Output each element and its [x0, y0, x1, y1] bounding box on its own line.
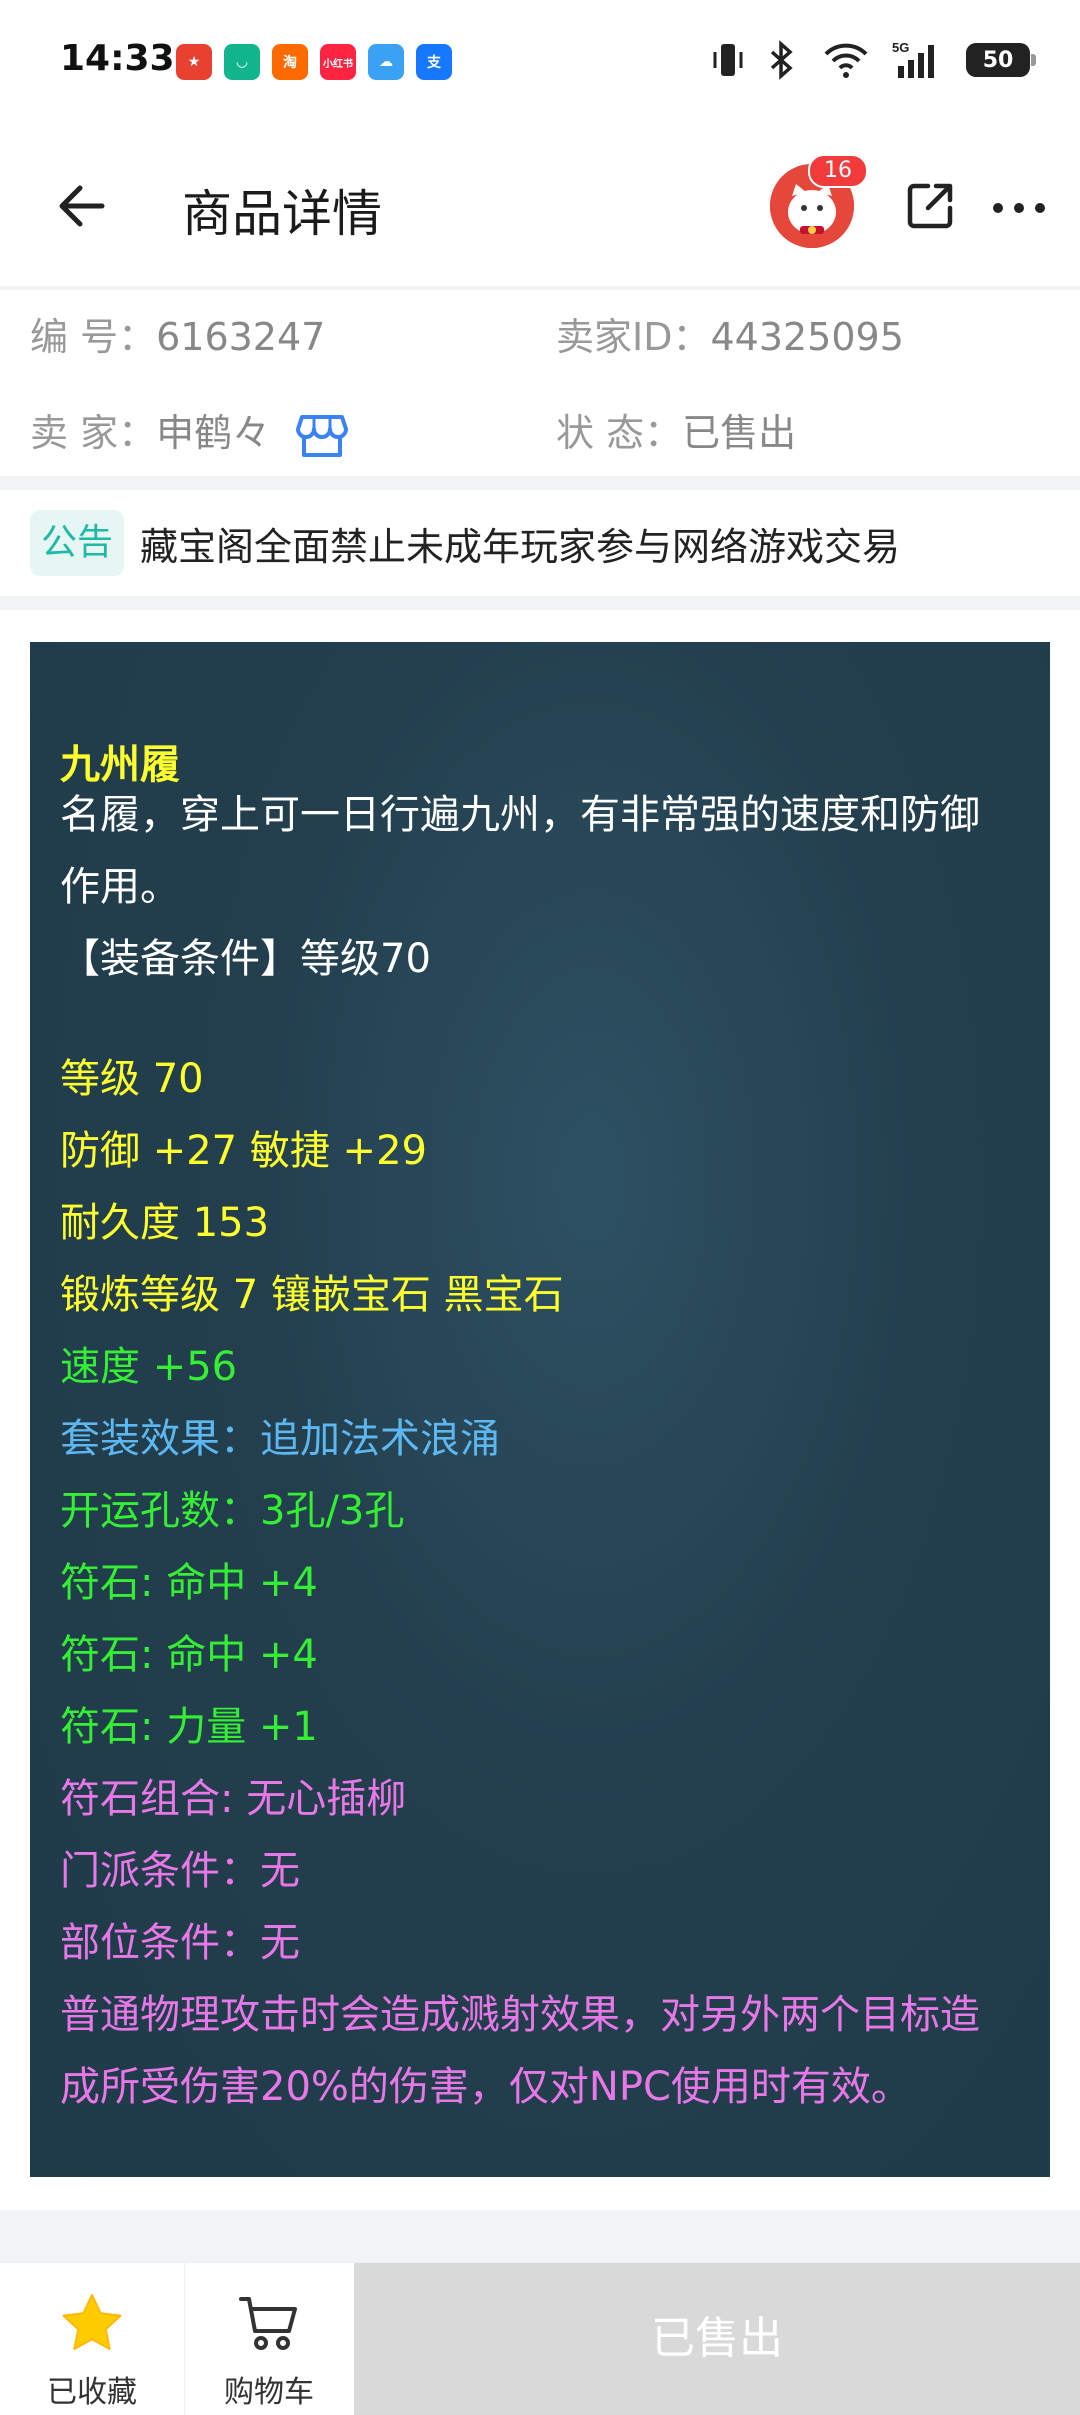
svg-text:5G: 5G — [892, 40, 909, 55]
sold-out-button: 已售出 — [354, 2263, 1080, 2415]
item-forge: 锻炼等级 7 镶嵌宝石 黑宝石 — [60, 1262, 564, 1320]
alipay-icon: 支 — [416, 44, 452, 80]
item-special-line2: 成所受伤害20%的伤害，仅对NPC使用时有效。 — [60, 2054, 911, 2112]
item-speed: 速度 +56 — [60, 1334, 237, 1392]
bottom-action-bar: 已收藏 购物车 已售出 — [0, 2262, 1080, 2415]
seller-name[interactable]: 申鹤々 — [156, 411, 270, 455]
status-app-icons: ★ ◡ 淘 小红书 ☁ 支 — [176, 44, 452, 80]
favorite-button[interactable]: 已收藏 — [0, 2263, 185, 2415]
back-arrow-icon[interactable] — [52, 174, 116, 238]
cart-label: 购物车 — [184, 2367, 354, 2411]
seller-label: 卖 家： — [30, 411, 156, 455]
item-holes: 开运孔数：3孔/3孔 — [60, 1478, 404, 1536]
item-rune-combo: 符石组合: 无心插柳 — [60, 1766, 406, 1824]
star-icon — [60, 2291, 124, 2355]
item-desc-line1: 名履，穿上可一日行遍九州，有非常强的速度和防御 — [60, 782, 980, 840]
product-info: 编 号：6163247 卖家ID：44325095 卖 家：申鹤々 状 态：已售… — [0, 290, 1080, 476]
page-title: 商品详情 — [182, 174, 382, 246]
status-value: 已售出 — [682, 411, 796, 455]
xiaohongshu-icon: 小红书 — [320, 44, 356, 80]
status-row: 状 态：已售出 — [556, 402, 796, 457]
store-icon[interactable] — [296, 411, 348, 461]
bluetooth-icon — [766, 40, 800, 80]
item-tooltip-card: 九州履 名履，穿上可一日行遍九州，有非常强的速度和防御 作用。 【装备条件】等级… — [30, 642, 1050, 2177]
cart-button[interactable]: 购物车 — [184, 2263, 354, 2415]
status-bar: 14:33 ★ ◡ 淘 小红书 ☁ 支 5G 50 — [0, 0, 1080, 128]
notice-text: 藏宝阁全面禁止未成年玩家参与网络游戏交易 — [140, 516, 900, 571]
item-rune-3: 符石: 力量 +1 — [60, 1694, 318, 1752]
notification-badge: 16 — [808, 154, 868, 188]
cart-icon — [237, 2291, 301, 2355]
item-set-effect: 套装效果：追加法术浪涌 — [60, 1406, 500, 1464]
top-app-bar: 商品详情 16 — [0, 128, 1080, 286]
seller-id-label: 卖家ID： — [556, 315, 710, 359]
item-id-value: 6163247 — [156, 315, 325, 359]
weather-icon: ☁ — [368, 44, 404, 80]
wifi-icon — [822, 40, 870, 80]
battery-icon: 50 — [966, 43, 1030, 77]
item-school-requirement: 门派条件：无 — [60, 1838, 300, 1896]
item-special-line1: 普通物理攻击时会造成溅射效果，对另外两个目标造 — [60, 1982, 980, 2040]
item-detail-section: 九州履 名履，穿上可一日行遍九州，有非常强的速度和防御 作用。 【装备条件】等级… — [0, 610, 1080, 2210]
seller-id-row: 卖家ID：44325095 — [556, 306, 904, 361]
mi-icon: ◡ — [224, 44, 260, 80]
app-icon-1: ★ — [176, 44, 212, 80]
seller-id-value: 44325095 — [710, 315, 903, 359]
status-indicators: 5G 50 — [712, 40, 1030, 80]
signal-5g-icon: 5G — [892, 40, 944, 80]
share-icon[interactable] — [902, 178, 958, 234]
item-slot-requirement: 部位条件：无 — [60, 1910, 300, 1968]
favorite-label: 已收藏 — [0, 2367, 184, 2411]
notice-banner[interactable]: 公告 藏宝阁全面禁止未成年玩家参与网络游戏交易 — [0, 490, 1080, 596]
item-id-row: 编 号：6163247 — [30, 306, 325, 361]
notice-tag: 公告 — [30, 510, 124, 576]
more-options-icon[interactable] — [990, 196, 1048, 220]
item-requirement: 【装备条件】等级70 — [60, 926, 431, 984]
status-time: 14:33 — [60, 38, 175, 79]
seller-row: 卖 家：申鹤々 — [30, 402, 348, 461]
vibrate-icon — [712, 40, 744, 80]
item-id-label: 编 号： — [30, 315, 156, 359]
item-level: 等级 70 — [60, 1046, 204, 1104]
item-durability: 耐久度 153 — [60, 1190, 269, 1248]
item-desc-line2: 作用。 — [60, 854, 180, 912]
status-label: 状 态： — [556, 411, 682, 455]
item-rune-2: 符石: 命中 +4 — [60, 1622, 318, 1680]
item-stats: 防御 +27 敏捷 +29 — [60, 1118, 427, 1176]
taobao-icon: 淘 — [272, 44, 308, 80]
item-rune-1: 符石: 命中 +4 — [60, 1550, 318, 1608]
